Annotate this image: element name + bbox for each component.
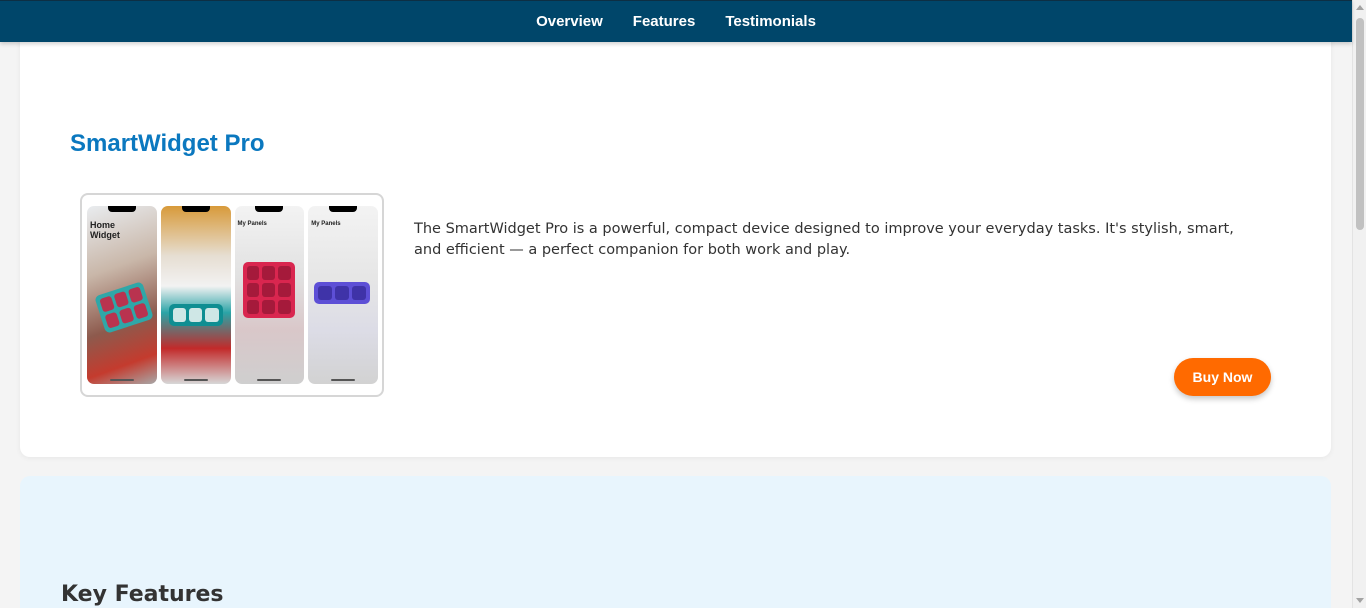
phone-screen-title: My Panels xyxy=(311,221,341,227)
product-description: The SmartWidget Pro is a powerful, compa… xyxy=(414,221,1234,258)
product-title: SmartWidget Pro xyxy=(70,130,265,157)
features-section: Key Features xyxy=(20,476,1331,608)
phone-screenshot-home: Home Widget xyxy=(87,206,157,384)
nav-link-overview[interactable]: Overview xyxy=(536,13,603,30)
top-navigation: Overview Features Testimonials xyxy=(0,0,1352,42)
phone-notch xyxy=(329,206,358,212)
phone-screenshot-panels-red: My Panels xyxy=(234,206,305,384)
page-scrollbar[interactable] xyxy=(1352,0,1366,608)
scroll-down-icon[interactable] xyxy=(1356,598,1364,603)
home-indicator xyxy=(331,379,356,381)
phone-notch xyxy=(255,206,284,212)
scroll-up-icon[interactable] xyxy=(1356,5,1364,10)
phone-notch xyxy=(181,206,210,212)
widget-grid xyxy=(168,304,223,326)
product-card: SmartWidget Pro Home Widget My Panels My… xyxy=(20,30,1331,457)
widget-grid xyxy=(242,262,295,318)
features-title: Key Features xyxy=(61,582,224,607)
nav-link-testimonials[interactable]: Testimonials xyxy=(725,13,816,30)
scrollbar-thumb[interactable] xyxy=(1356,18,1364,230)
phone-screenshot-panels-blue: My Panels xyxy=(308,206,378,384)
home-indicator xyxy=(183,379,208,381)
phone-screenshot-apps xyxy=(160,206,231,384)
phone-screen-title: My Panels xyxy=(237,221,267,227)
phone-notch xyxy=(107,206,136,212)
phone-screen-title: Home Widget xyxy=(90,220,120,240)
widget-grid xyxy=(314,282,371,304)
nav-link-features[interactable]: Features xyxy=(633,13,696,30)
home-indicator xyxy=(109,379,134,381)
buy-now-button[interactable]: Buy Now xyxy=(1174,358,1271,396)
product-image: Home Widget My Panels My Panels xyxy=(80,193,384,397)
home-indicator xyxy=(257,379,282,381)
widget-grid xyxy=(94,281,154,334)
